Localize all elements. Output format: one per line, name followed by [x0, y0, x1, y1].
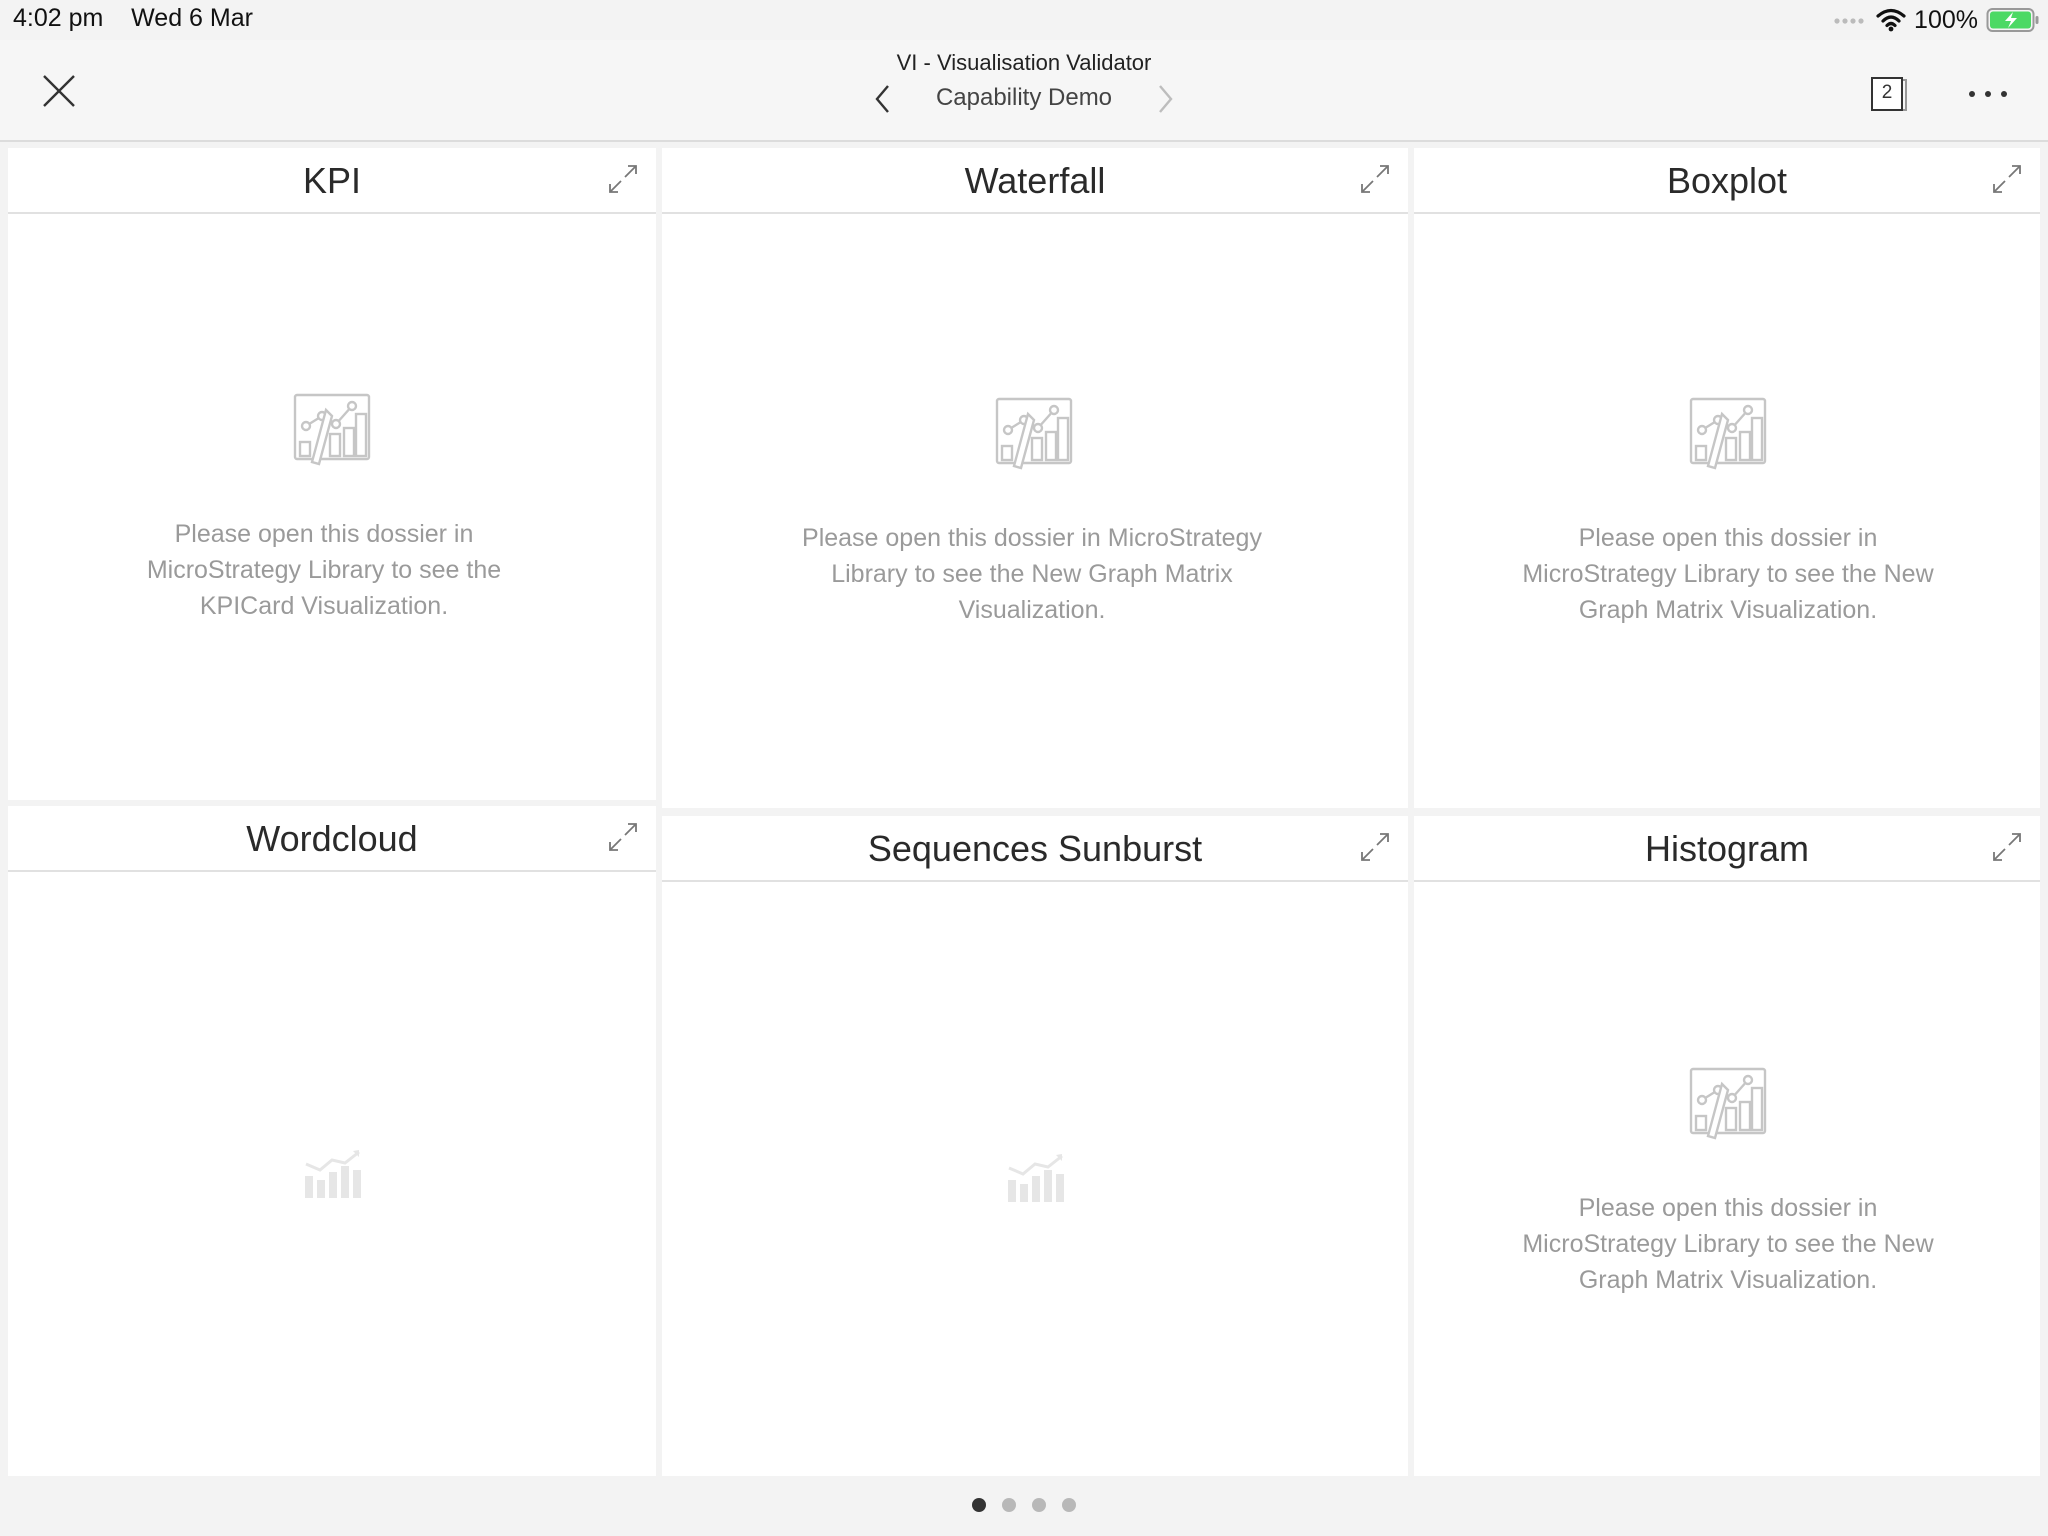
panel-header: Histogram — [1414, 816, 2040, 882]
loading-chart-icon — [1006, 1154, 1066, 1204]
expand-icon[interactable] — [1360, 832, 1390, 862]
wifi-icon — [1876, 8, 1906, 32]
expand-icon[interactable] — [1992, 832, 2022, 862]
status-bar: 4:02 pm Wed 6 Mar 100% — [0, 0, 2048, 40]
expand-icon[interactable] — [608, 822, 638, 852]
page-dot-2[interactable] — [1002, 1498, 1016, 1512]
pages-button[interactable]: 2 — [1870, 74, 1910, 114]
expand-icon[interactable] — [608, 164, 638, 194]
status-time: 4:02 pm — [13, 4, 104, 32]
viz-panel-histogram: Histogram Please open this dossier in Mi… — [1414, 816, 2040, 1476]
visualization-placeholder-icon — [1689, 1067, 1767, 1140]
panel-title: Waterfall — [964, 160, 1106, 201]
placeholder-message: Please open this dossier in MicroStrateg… — [1522, 1194, 1934, 1294]
placeholder-message: Please open this dossier in MicroStrateg… — [802, 524, 1262, 624]
chevron-right-icon[interactable] — [1152, 82, 1180, 116]
placeholder-message: Please open this dossier in MicroStrateg… — [146, 520, 502, 620]
status-date: Wed 6 Mar — [131, 4, 253, 32]
visualization-placeholder-icon — [1689, 397, 1767, 470]
expand-icon[interactable] — [1360, 164, 1390, 194]
chapter-title[interactable]: Capability Demo — [0, 84, 2048, 112]
page-dot-4[interactable] — [1062, 1498, 1076, 1512]
visualization-placeholder-icon — [995, 397, 1073, 470]
panel-title: KPI — [302, 160, 362, 201]
viz-panel-waterfall: Waterfall Please open this dossier in Mi… — [662, 148, 1408, 808]
page-dot-3[interactable] — [1032, 1498, 1046, 1512]
panel-header: KPI — [8, 148, 656, 214]
page-dot-1[interactable] — [972, 1498, 986, 1512]
status-right: 100% — [1834, 4, 2040, 36]
more-icon[interactable] — [1966, 86, 2010, 102]
placeholder-message: Please open this dossier in MicroStrateg… — [1522, 524, 1934, 624]
pages-count: 2 — [1881, 82, 1893, 103]
panel-title: Boxplot — [1666, 160, 1788, 201]
status-time-date: 4:02 pm Wed 6 Mar — [13, 4, 253, 33]
panel-header: Boxplot — [1414, 148, 2040, 214]
viz-panel-wordcloud: Wordcloud — [8, 806, 656, 1476]
chevron-left-icon[interactable] — [868, 82, 896, 116]
expand-icon[interactable] — [1992, 164, 2022, 194]
loading-chart-icon — [303, 1150, 363, 1200]
viz-panel-boxplot: Boxplot Please open this dossier in Micr… — [1414, 148, 2040, 808]
panel-header: Sequences Sunburst — [662, 816, 1408, 882]
visualization-placeholder-icon — [293, 393, 371, 466]
battery-charging-icon — [1986, 8, 2039, 32]
panel-title: Sequences Sunburst — [867, 828, 1203, 869]
signal-dots-icon — [1834, 18, 1864, 24]
panel-header: Waterfall — [662, 148, 1408, 214]
dossier-title: VI - Visualisation Validator — [896, 50, 1152, 75]
viz-panel-kpi: KPI Please open this dossier in MicroStr… — [8, 148, 656, 800]
dossier-navbar: VI - Visualisation Validator Capability … — [0, 40, 2048, 142]
page-indicator — [0, 1498, 2048, 1512]
battery-percent: 100% — [1914, 5, 1978, 34]
viz-panel-sequences-sunburst: Sequences Sunburst — [662, 816, 1408, 1476]
panel-title: Histogram — [1644, 828, 1810, 869]
panel-header: Wordcloud — [8, 806, 656, 872]
panel-title: Wordcloud — [246, 818, 418, 859]
